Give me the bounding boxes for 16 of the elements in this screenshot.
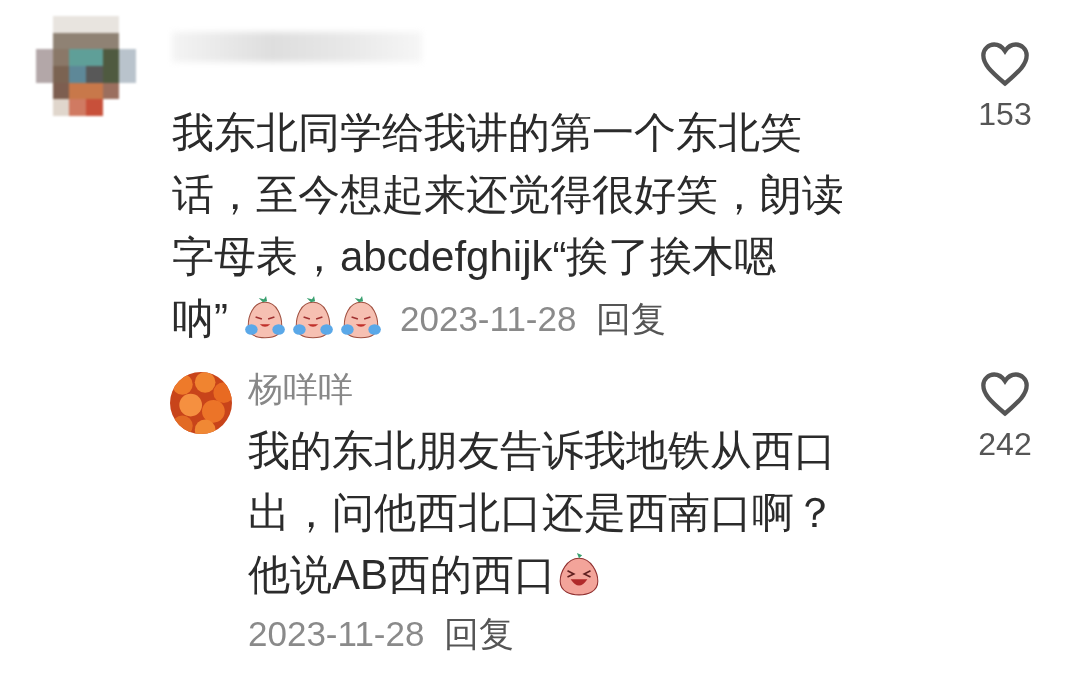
comment-date: 2023-11-28 <box>400 298 577 340</box>
like-count: 153 <box>978 96 1032 133</box>
comment-text-line: 呐” <box>172 294 228 344</box>
comment-date: 2023-11-28 <box>248 614 425 653</box>
comment-text-line: 我东北同学给我讲的第一个东北笑 <box>172 108 802 158</box>
comment-text-line: 我的东北朋友告诉我地铁从西口 <box>248 426 836 476</box>
comment-text-line: 出，问他西北口还是西南口啊？ <box>248 488 836 538</box>
comment-text-line: 话，至今想起来还觉得很好笑，朗读 <box>172 170 844 220</box>
comment-text-line: 他说AB西的西口 <box>248 550 557 600</box>
reply-link[interactable]: 回复 <box>444 614 515 653</box>
like-count: 242 <box>978 426 1032 463</box>
author-name[interactable]: 杨咩咩 <box>248 364 888 414</box>
reply-link[interactable]: 回复 <box>596 288 667 350</box>
heart-icon[interactable] <box>979 40 1031 88</box>
heart-icon[interactable] <box>979 370 1031 418</box>
comment-text-line: 字母表，abcdefghijk“挨了挨木嗯 <box>172 232 777 282</box>
